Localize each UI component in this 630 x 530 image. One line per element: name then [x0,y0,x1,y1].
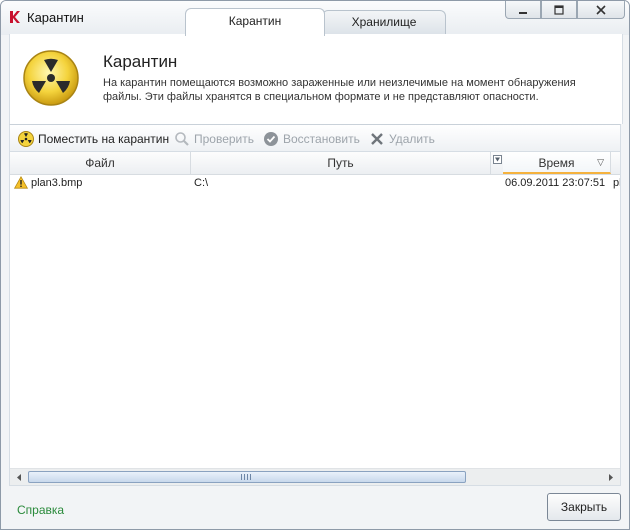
scrollbar-thumb[interactable] [28,471,466,483]
quarantine-file-button[interactable]: Поместить на карантин [18,131,169,147]
tab-storage[interactable]: Хранилище [322,10,446,34]
kaspersky-logo-icon [10,11,20,23]
horizontal-scrollbar[interactable] [10,468,620,485]
minimize-icon [519,11,527,14]
tab-quarantine[interactable]: Карантин [185,8,325,36]
maximize-button[interactable] [541,1,577,19]
quarantine-file-label: Поместить на карантин [38,132,170,146]
close-button-label: Закрыть [560,500,608,514]
toolbar: Поместить на карантин Проверить Восстано… [9,124,621,152]
maximize-icon [554,4,564,15]
row-extra-truncated: pl [613,177,621,189]
delete-label: Удалить [389,132,435,146]
close-button[interactable]: Закрыть [547,493,621,521]
close-window-button[interactable] [577,1,625,19]
row-time: 06.09.2011 23:07:51 [505,177,606,189]
check-button[interactable]: Проверить [174,131,254,147]
close-icon [596,4,606,15]
table-row[interactable]: plan3.bmp C:\ 06.09.2011 23:07:51 pl [10,174,620,192]
scroll-left-icon [17,473,21,481]
quarantine-window: Карантин Карантин Хранилище Карантин На … [0,0,630,530]
filter-icon [493,155,502,164]
scrollbar-grip [241,474,251,480]
quarantine-table: Файл Путь Время ▽ plan3.bmp C:\ 06.09.20 [9,152,621,486]
row-path: C:\ [194,177,209,189]
column-header-time[interactable]: Время ▽ [503,152,611,174]
delete-button[interactable]: Удалить [369,131,435,147]
help-link[interactable]: Справка [17,503,64,517]
minimize-button[interactable] [505,1,541,19]
restore-button[interactable]: Восстановить [263,131,360,147]
scroll-left-button[interactable] [11,469,27,485]
scroll-right-icon [609,473,613,481]
sort-descending-icon: ▽ [597,157,604,167]
delete-x-icon [371,133,383,145]
title-bar[interactable]: Карантин Карантин Хранилище [1,1,629,36]
warning-icon [14,176,28,189]
filter-column[interactable] [491,152,503,174]
row-file-name: plan3.bmp [31,177,83,189]
column-header-time-label: Время [538,156,575,170]
restore-check-icon [264,132,278,146]
check-label: Проверить [194,132,255,146]
header-title: Карантин [103,52,178,71]
table-header: Файл Путь Время ▽ [10,152,620,175]
radiation-icon [23,50,79,106]
window-title: Карантин [27,10,84,25]
column-header-path[interactable]: Путь [191,152,491,174]
restore-label: Восстановить [283,132,360,146]
header-description: На карантин помещаются возможно зараженн… [103,77,576,103]
radiation-small-icon [18,131,34,147]
scroll-right-button[interactable] [603,469,619,485]
column-header-file[interactable]: Файл [10,152,191,174]
magnifier-icon [175,132,189,146]
header-panel: Карантин На карантин помещаются возможно… [9,34,623,124]
window-controls [505,1,625,21]
